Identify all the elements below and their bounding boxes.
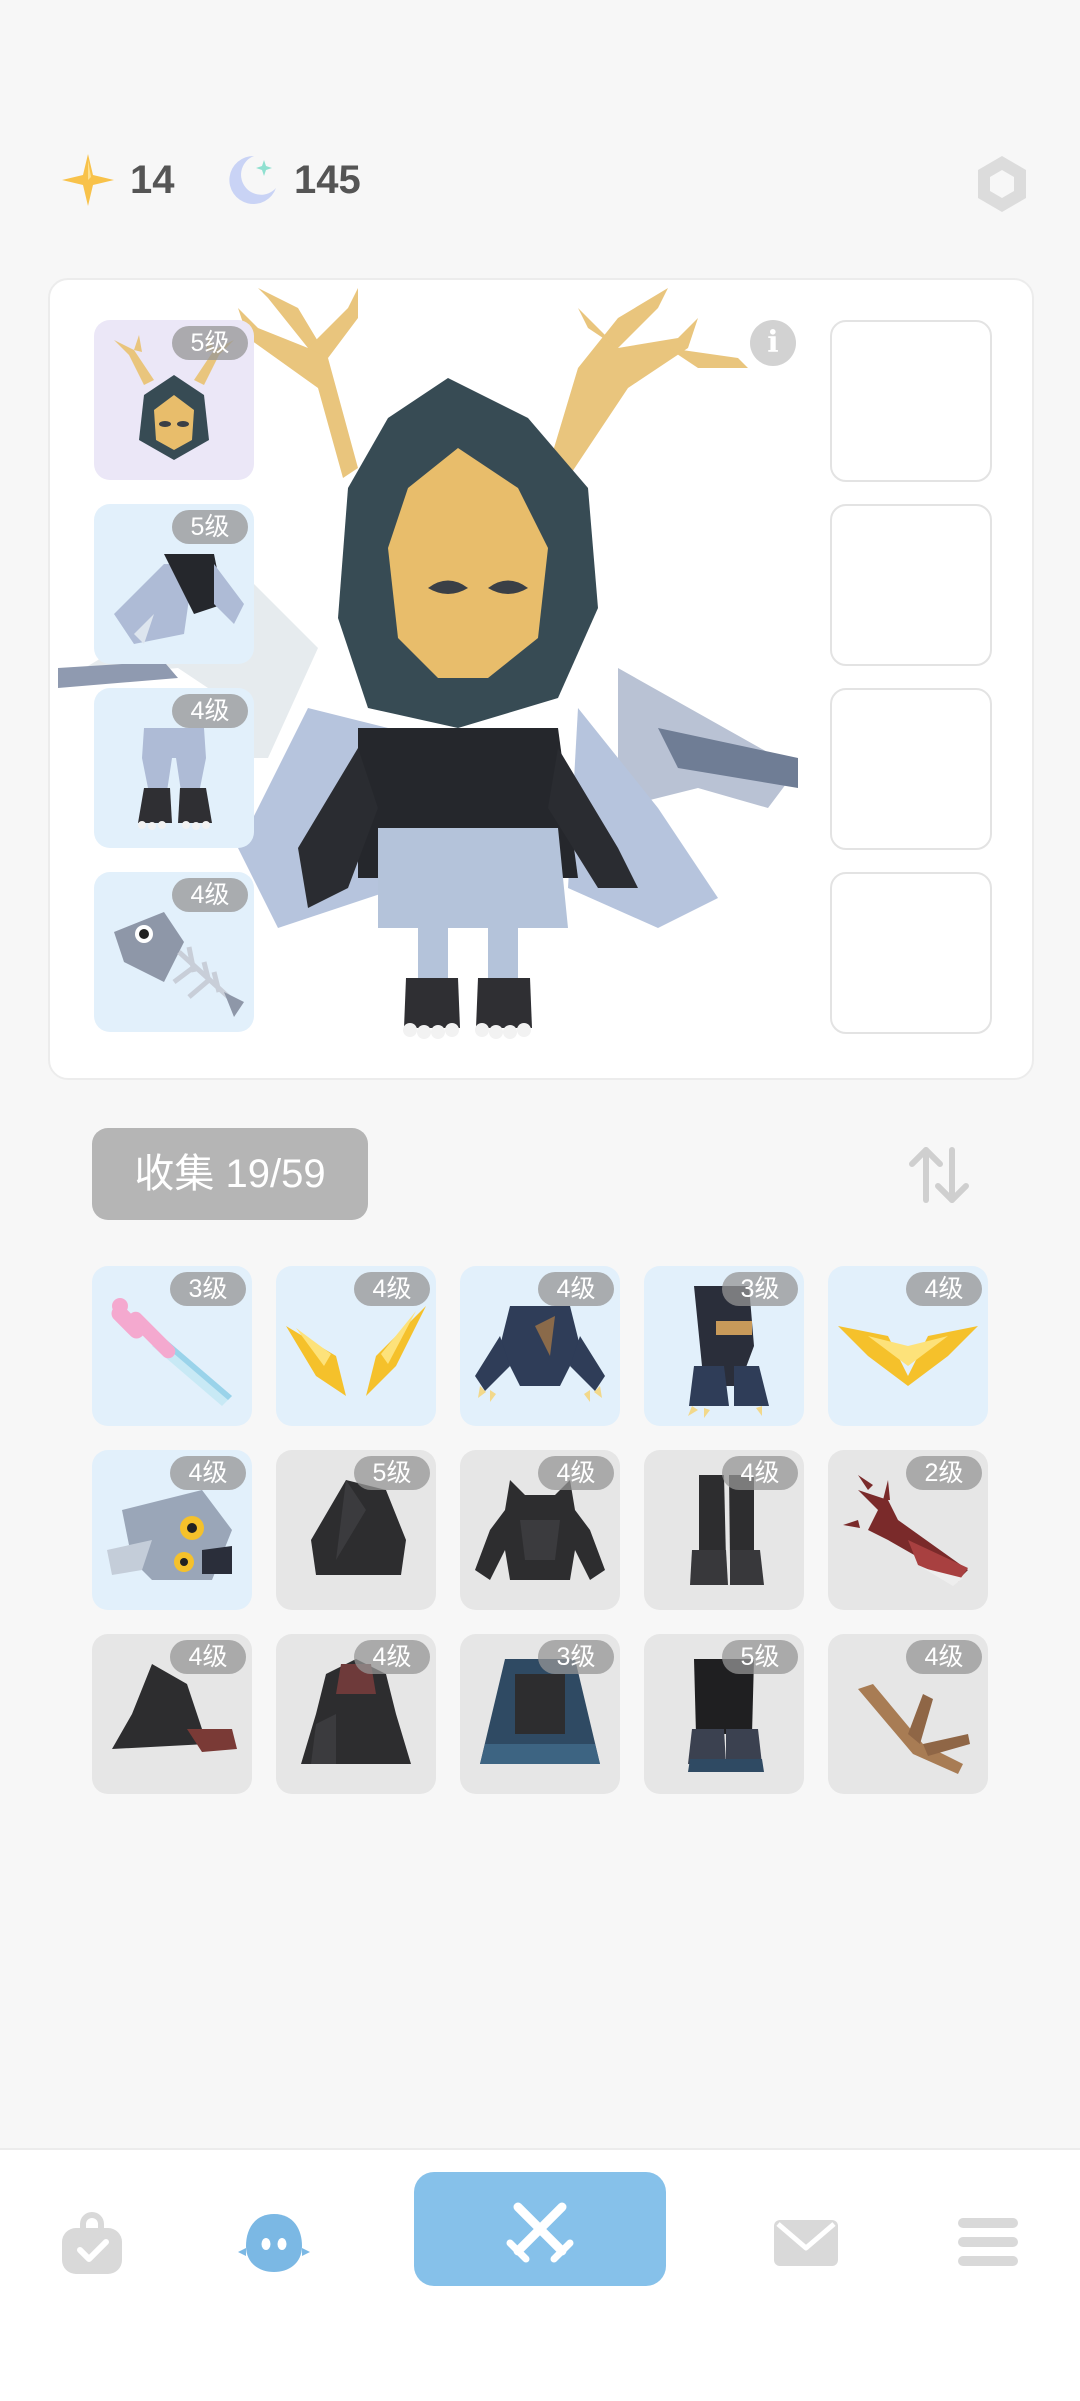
level-badge: 4级 — [906, 1272, 982, 1306]
item-cell[interactable]: 4级 — [460, 1266, 620, 1426]
level-badge: 5级 — [722, 1640, 798, 1674]
currency-bar: 14 145 — [0, 140, 1080, 230]
item-cell[interactable]: 4级 — [644, 1450, 804, 1610]
level-badge: 2级 — [906, 1456, 982, 1490]
collection-count-button[interactable]: 收集 19/59 — [92, 1128, 368, 1220]
item-cell[interactable]: 4级 — [828, 1634, 988, 1794]
mail-icon[interactable] — [770, 2206, 842, 2278]
star-count: 14 — [130, 157, 175, 202]
hexagon-settings-icon[interactable] — [970, 152, 1034, 216]
level-badge: 4级 — [906, 1640, 982, 1674]
equipped-legs-slot[interactable]: 4级 — [94, 688, 254, 848]
level-badge: 4级 — [538, 1272, 614, 1306]
level-badge: 3级 — [170, 1272, 246, 1306]
character-stage: 5级 5级 4级 4级 i — [48, 278, 1034, 1080]
moon-icon — [229, 155, 276, 204]
level-badge: 5级 — [172, 510, 248, 544]
empty-slot-2[interactable] — [830, 504, 992, 666]
level-badge: 4级 — [170, 1640, 246, 1674]
level-badge: 5级 — [354, 1456, 430, 1490]
item-cell[interactable]: 3级 — [644, 1266, 804, 1426]
item-cell[interactable]: 4级 — [460, 1450, 620, 1610]
item-cell[interactable]: 3级 — [92, 1266, 252, 1426]
item-cell[interactable]: 3级 — [460, 1634, 620, 1794]
level-badge: 3级 — [722, 1272, 798, 1306]
item-cell[interactable]: 2级 — [828, 1450, 988, 1610]
bottom-nav — [0, 2148, 1080, 2401]
character-icon[interactable] — [238, 2206, 310, 2278]
level-badge: 4级 — [172, 694, 248, 728]
equipped-body-slot[interactable]: 5级 — [94, 504, 254, 664]
moon-currency: 145 — [224, 152, 361, 208]
level-badge: 5级 — [172, 326, 248, 360]
item-cell[interactable]: 4级 — [276, 1634, 436, 1794]
level-badge: 4级 — [170, 1456, 246, 1490]
level-badge: 3级 — [538, 1640, 614, 1674]
item-cell[interactable]: 5级 — [644, 1634, 804, 1794]
item-cell[interactable]: 4级 — [276, 1266, 436, 1426]
bag-icon[interactable] — [56, 2206, 128, 2278]
info-icon[interactable]: i — [750, 320, 796, 366]
star-currency: 14 — [60, 152, 175, 208]
menu-icon[interactable] — [952, 2206, 1024, 2278]
empty-slot-1[interactable] — [830, 320, 992, 482]
item-cell[interactable]: 4级 — [92, 1450, 252, 1610]
equipped-pet-slot[interactable]: 4级 — [94, 872, 254, 1032]
sort-icon[interactable] — [904, 1140, 974, 1210]
battle-swords-icon — [506, 2202, 574, 2263]
level-badge: 4级 — [722, 1456, 798, 1490]
star-icon — [62, 154, 114, 206]
equipped-head-slot[interactable]: 5级 — [94, 320, 254, 480]
item-cell[interactable]: 5级 — [276, 1450, 436, 1610]
level-badge: 4级 — [538, 1456, 614, 1490]
level-badge: 4级 — [354, 1272, 430, 1306]
item-cell[interactable]: 4级 — [92, 1634, 252, 1794]
battle-button[interactable] — [414, 2172, 666, 2286]
empty-slot-4[interactable] — [830, 872, 992, 1034]
empty-slot-3[interactable] — [830, 688, 992, 850]
level-badge: 4级 — [172, 878, 248, 912]
moon-count: 145 — [294, 157, 361, 202]
item-cell[interactable]: 4级 — [828, 1266, 988, 1426]
level-badge: 4级 — [354, 1640, 430, 1674]
